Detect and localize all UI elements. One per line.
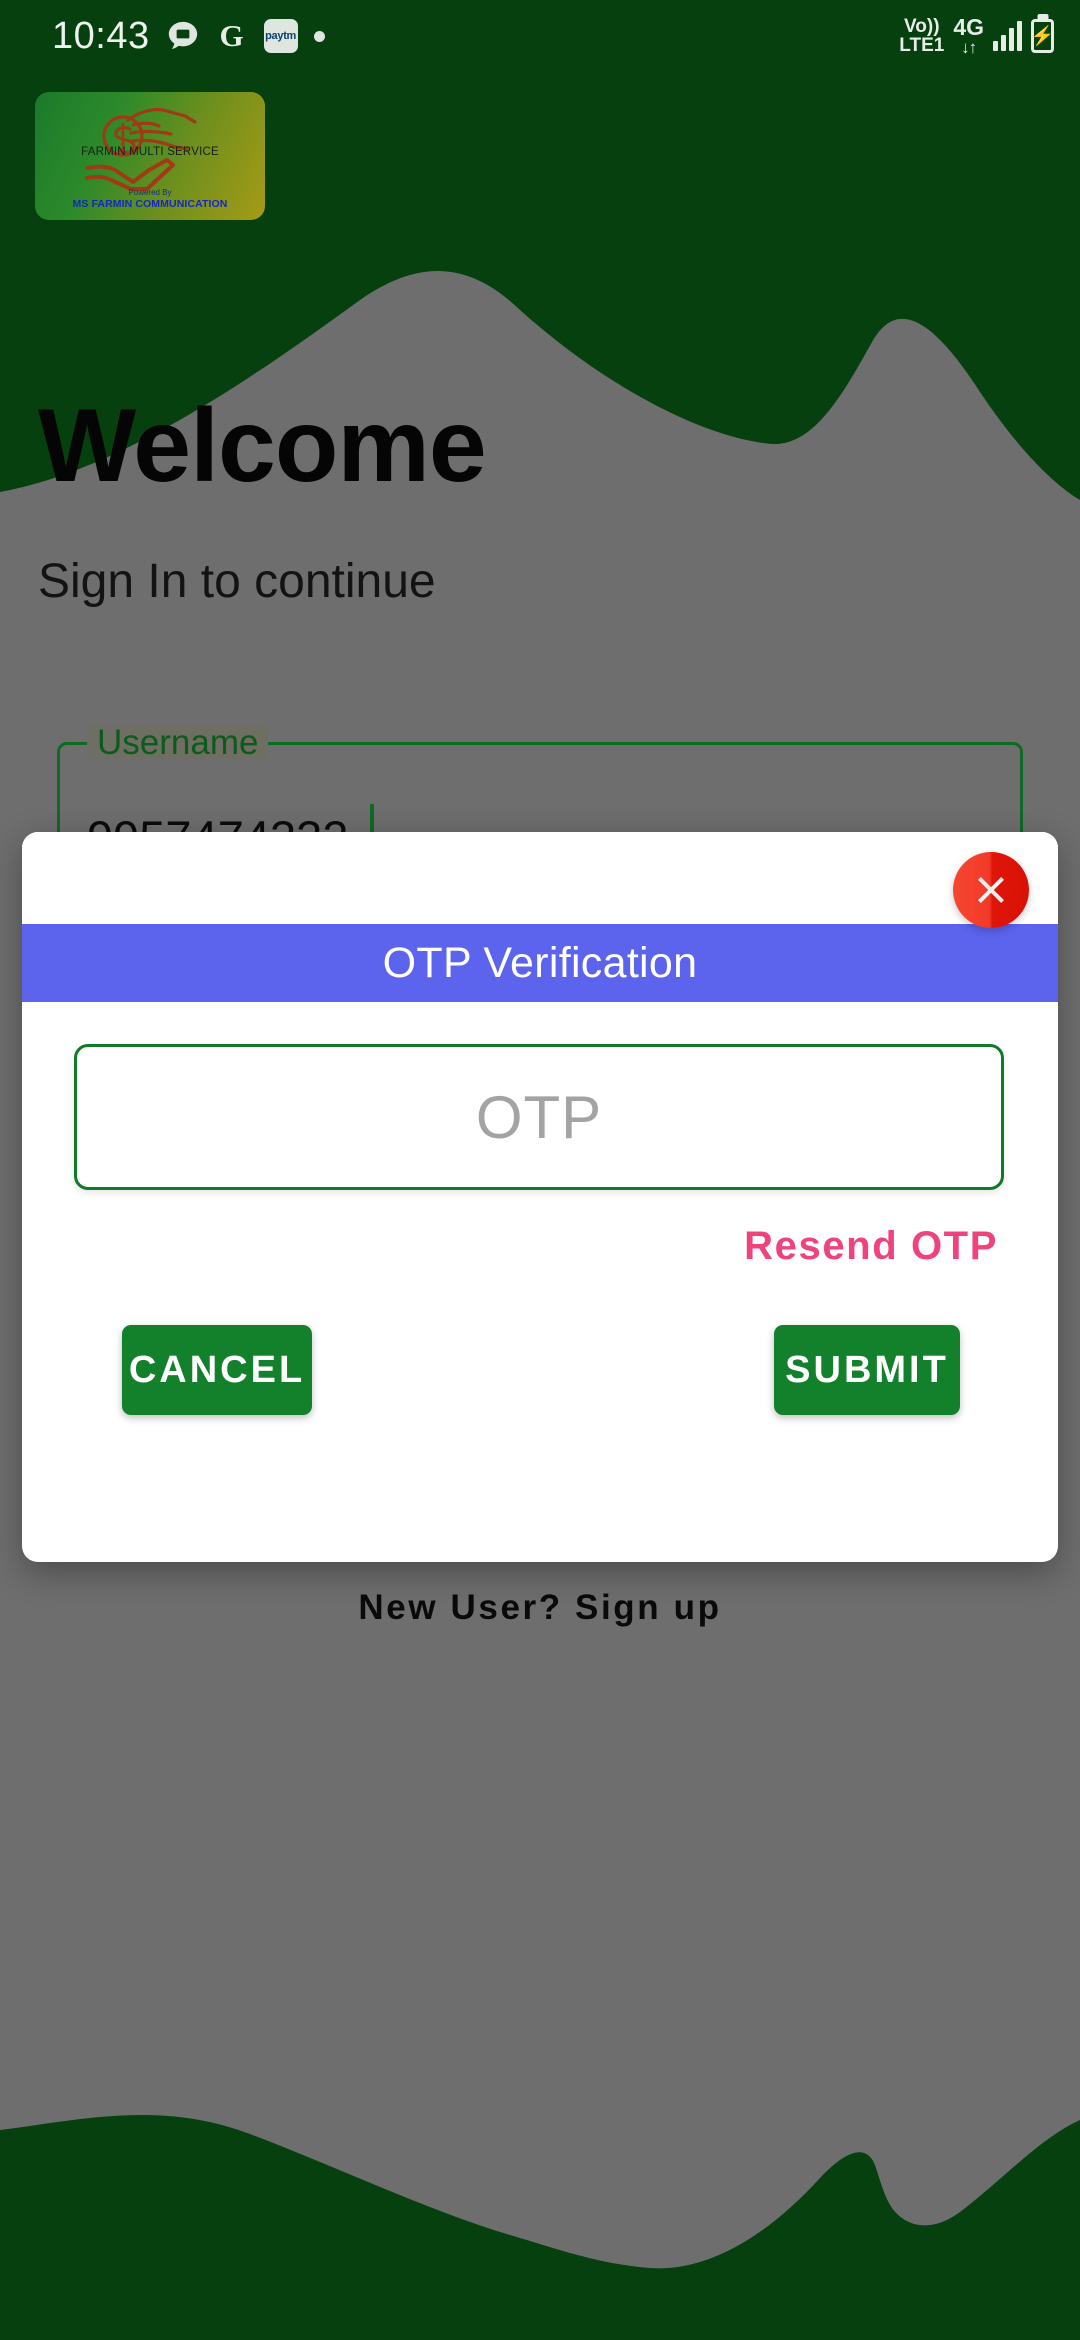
volte-icon: Vo)) LTE1 <box>899 15 945 56</box>
resend-otp-link[interactable]: Resend OTP <box>744 1224 998 1269</box>
signup-link[interactable]: New User? Sign up <box>0 1588 1080 1628</box>
otp-input-placeholder: OTP <box>475 1083 603 1151</box>
google-icon: G <box>219 18 244 53</box>
dialog-body: OTP Resend OTP CANCEL SUBMIT <box>22 1002 1058 1415</box>
submit-button[interactable]: SUBMIT <box>774 1325 960 1415</box>
message-icon <box>166 19 200 53</box>
otp-verification-dialog: OTP Verification OTP Resend OTP CANCEL S… <box>22 832 1058 1562</box>
mobile-data-icon: 4G ↓↑ <box>953 13 984 58</box>
status-bar-left: 10:43 G paytm <box>52 15 325 58</box>
dialog-header: OTP Verification <box>22 924 1058 1002</box>
more-notifications-dot-icon <box>313 30 325 42</box>
otp-input[interactable]: OTP <box>74 1044 1004 1190</box>
logo-company: MS FARMIN COMMUNICATION <box>72 198 228 210</box>
status-bar-clock: 10:43 <box>52 14 150 57</box>
logo-title: FARMIN MULTI SERVICE <box>81 146 219 158</box>
dialog-top-strip <box>22 832 1058 928</box>
battery-charging-icon: ⚡ <box>1031 19 1054 53</box>
page-title: Welcome <box>38 388 487 504</box>
dialog-title: OTP Verification <box>382 938 698 987</box>
username-label: Username <box>97 722 259 762</box>
resend-row: Resend OTP <box>74 1190 1006 1269</box>
close-x-icon <box>978 877 1004 903</box>
app-logo-card: FARMIN MULTI SERVICE Powered By MS FARMI… <box>35 92 265 220</box>
dialog-actions: CANCEL SUBMIT <box>74 1269 1006 1415</box>
username-field-label-notch: Username <box>87 722 269 762</box>
close-button[interactable] <box>953 852 1029 928</box>
paytm-icon: paytm <box>263 19 298 53</box>
status-bar: 10:43 G paytm Vo)) LTE1 4G ↓↑ ⚡ <box>0 0 1080 72</box>
signal-bars-icon <box>993 21 1022 51</box>
page-subtitle: Sign In to continue <box>38 555 436 608</box>
cancel-button[interactable]: CANCEL <box>122 1325 312 1415</box>
logo-powered-by: Powered By <box>128 188 172 197</box>
status-bar-right: Vo)) LTE1 4G ↓↑ ⚡ <box>899 13 1054 58</box>
